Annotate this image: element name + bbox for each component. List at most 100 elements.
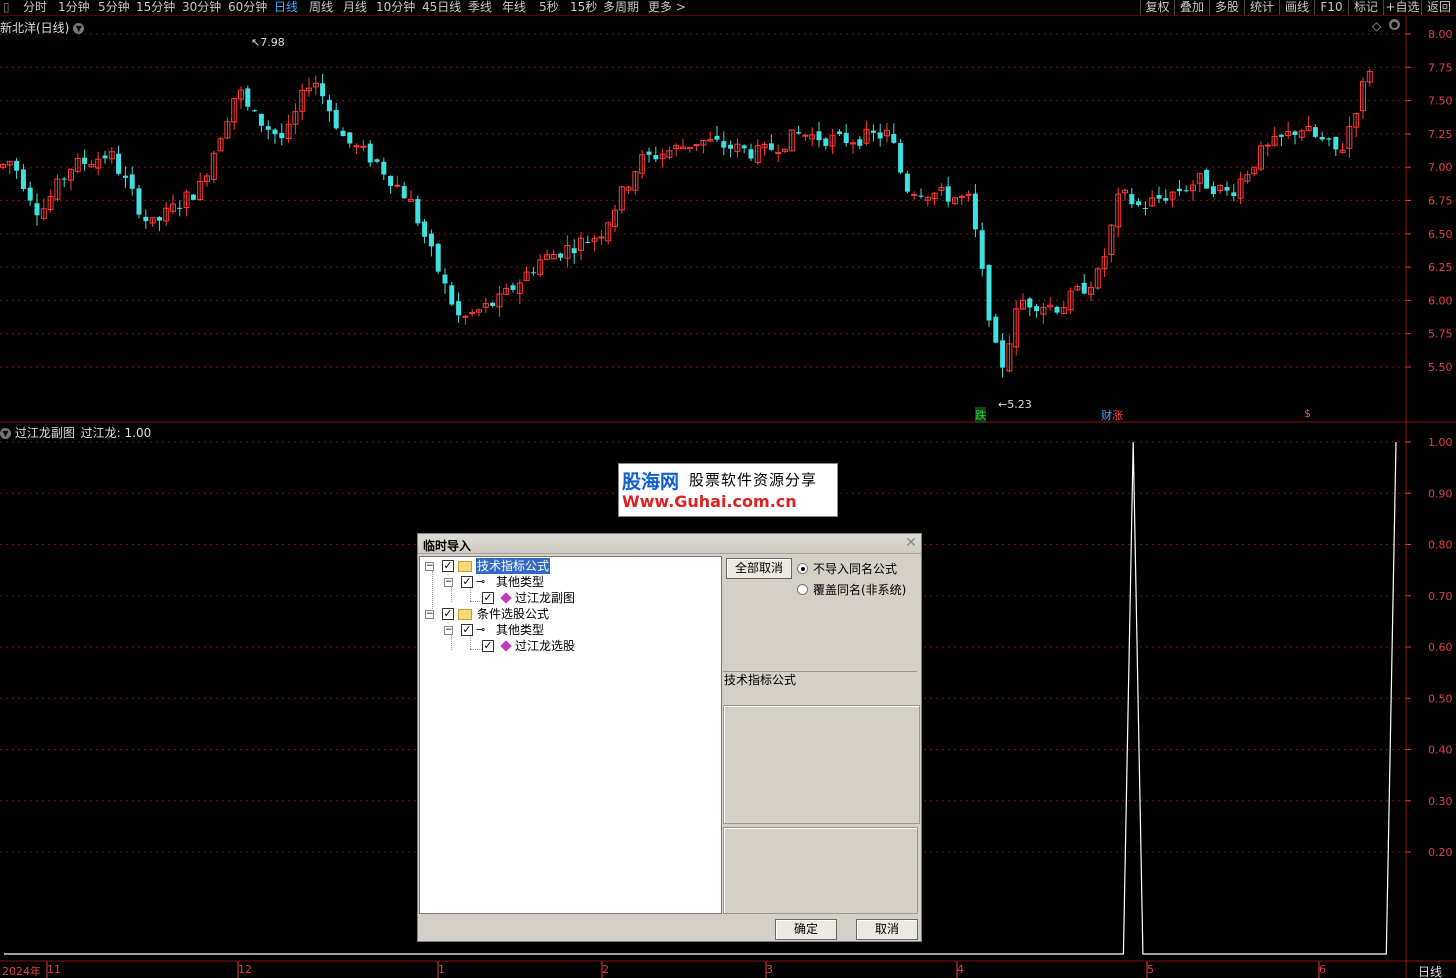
formula-tree: − ✓ 技术指标公式 − ✓ ⊸ 其他类型 ✓ 过江龙副图 − ✓ 条件选股公式… bbox=[419, 556, 722, 914]
candlestick-series bbox=[0, 68, 1373, 378]
candle-body-down bbox=[1000, 340, 1006, 368]
period-tab[interactable]: 10分钟 bbox=[373, 0, 418, 15]
collapse-toggle[interactable]: − bbox=[425, 610, 434, 619]
cancel-all-button[interactable]: 全部取消 bbox=[726, 558, 792, 579]
tree-checkbox[interactable]: ✓ bbox=[461, 576, 473, 588]
date-label: 1 bbox=[438, 963, 445, 976]
toolbar-menu-icon[interactable]: ▯ bbox=[0, 0, 13, 15]
mark-button[interactable]: 标记 bbox=[1348, 0, 1383, 15]
back-button[interactable]: 返回 bbox=[1421, 0, 1456, 15]
tree-node-guojianglong-screen[interactable]: 过江龙选股 bbox=[515, 638, 575, 654]
candle-body-down bbox=[82, 157, 88, 164]
radio-skip-duplicates[interactable] bbox=[797, 563, 808, 574]
candle-body-down bbox=[1319, 137, 1325, 140]
indicator-tick-label: 0.40 bbox=[1428, 744, 1453, 757]
cancel-button[interactable]: 取消 bbox=[856, 919, 918, 940]
candle-body-down bbox=[571, 248, 577, 254]
stats-button[interactable]: 统计 bbox=[1244, 0, 1279, 15]
candle-body-down bbox=[1333, 136, 1339, 150]
period-tab-active[interactable]: 日线 bbox=[271, 0, 301, 15]
period-tab[interactable]: 季线 bbox=[465, 0, 495, 15]
more-periods-button[interactable]: 更多 > bbox=[645, 0, 689, 15]
period-tab[interactable]: 1分钟 bbox=[55, 0, 93, 15]
candle-body-down bbox=[904, 173, 910, 192]
tree-node-guojianglong-subchart[interactable]: 过江龙副图 bbox=[515, 590, 575, 606]
candle-body-down bbox=[245, 88, 251, 107]
price-tick-label: 6.25 bbox=[1428, 261, 1453, 274]
multi-stock-button[interactable]: 多股 bbox=[1209, 0, 1244, 15]
tree-node-other-types[interactable]: 其他类型 bbox=[496, 574, 544, 590]
fuquan-button[interactable]: 复权 bbox=[1140, 0, 1174, 15]
price-tick-label: 5.50 bbox=[1428, 361, 1453, 374]
info-label: 技术指标公式 bbox=[724, 673, 797, 687]
period-tab[interactable]: 多周期 bbox=[600, 0, 642, 15]
radio-overwrite[interactable] bbox=[797, 584, 808, 595]
overlay-button[interactable]: 叠加 bbox=[1174, 0, 1209, 15]
candle-body-down bbox=[530, 272, 536, 274]
tree-checkbox[interactable]: ✓ bbox=[482, 592, 494, 604]
low-annotation: ←5.23 bbox=[998, 398, 1032, 411]
collapse-toggle[interactable]: − bbox=[444, 578, 453, 587]
indicator-tick-label: 0.20 bbox=[1428, 846, 1453, 859]
high-annotation: ↖7.98 bbox=[251, 36, 285, 49]
period-tab[interactable]: 分时 bbox=[20, 0, 50, 15]
candle-body-down bbox=[857, 139, 863, 146]
watermark-logo: 股海网 股票软件资源分享 Www.Guhai.com.cn bbox=[618, 463, 838, 517]
tree-checkbox[interactable]: ✓ bbox=[442, 560, 454, 572]
dropdown-icon[interactable]: ▼ bbox=[73, 23, 85, 34]
candle-body-up bbox=[958, 195, 965, 198]
indicator-tick-label: 0.50 bbox=[1428, 692, 1453, 705]
candle-body-down bbox=[415, 199, 421, 224]
add-favorite-button[interactable]: +自选 bbox=[1383, 0, 1421, 15]
dialog-titlebar[interactable]: 临时导入 ✕ bbox=[418, 534, 921, 554]
indicator-tick-label: 0.90 bbox=[1428, 487, 1453, 500]
candle-body-down bbox=[986, 265, 992, 321]
preview-pane bbox=[723, 827, 918, 914]
price-tick-label: 7.75 bbox=[1428, 61, 1453, 74]
candle-body-down bbox=[1054, 306, 1060, 313]
candle-body-up bbox=[598, 236, 605, 239]
candle-body-down bbox=[252, 110, 258, 112]
period-tab[interactable]: 月线 bbox=[340, 0, 370, 15]
price-tick-label: 8.00 bbox=[1428, 28, 1453, 41]
sub-dropdown-icon[interactable]: ▼ bbox=[0, 428, 11, 439]
period-tab[interactable]: 5秒 bbox=[536, 0, 562, 15]
tree-checkbox[interactable]: ✓ bbox=[461, 624, 473, 636]
price-tick-label: 6.00 bbox=[1428, 294, 1453, 307]
candle-body-down bbox=[422, 221, 428, 237]
ok-button[interactable]: 确定 bbox=[775, 919, 837, 940]
close-icon[interactable]: ✕ bbox=[904, 536, 918, 550]
candle-body-down bbox=[279, 132, 285, 139]
candle-body-down bbox=[14, 160, 20, 171]
signal-label-rise: 涨 bbox=[1112, 409, 1123, 422]
period-tab[interactable]: 15分钟 bbox=[133, 0, 178, 15]
diamond-icon[interactable]: ◇ bbox=[1372, 19, 1381, 33]
key-icon: ⊸ bbox=[476, 575, 486, 588]
draw-button[interactable]: 画线 bbox=[1279, 0, 1314, 15]
tree-node-indicator-formulas[interactable]: 技术指标公式 bbox=[476, 558, 551, 574]
collapse-toggle[interactable]: − bbox=[444, 626, 453, 635]
period-tab[interactable]: 周线 bbox=[306, 0, 336, 15]
period-tab[interactable]: 5分钟 bbox=[95, 0, 133, 15]
tree-node-other-types[interactable]: 其他类型 bbox=[496, 622, 544, 638]
candle-body-down bbox=[156, 217, 162, 221]
date-label: 6 bbox=[1319, 963, 1326, 976]
indicator-tick-label: 0.30 bbox=[1428, 795, 1453, 808]
period-tab[interactable]: 30分钟 bbox=[179, 0, 224, 15]
period-tab[interactable]: 45日线 bbox=[419, 0, 464, 15]
period-tab[interactable]: 15秒 bbox=[567, 0, 600, 15]
f10-button[interactable]: F10 bbox=[1314, 0, 1348, 15]
period-label[interactable]: 日线 bbox=[1418, 963, 1442, 978]
period-tab[interactable]: 年线 bbox=[499, 0, 529, 15]
candle-body-down bbox=[122, 175, 128, 178]
candle-body-down bbox=[870, 130, 876, 133]
tree-checkbox[interactable]: ✓ bbox=[442, 608, 454, 620]
tree-node-screening-formulas[interactable]: 条件选股公式 bbox=[477, 606, 549, 622]
signal-label-cai: 财 bbox=[1101, 409, 1112, 422]
period-tab[interactable]: 60分钟 bbox=[225, 0, 270, 15]
collapse-toggle[interactable]: − bbox=[425, 562, 434, 571]
candle-body-down bbox=[367, 143, 373, 163]
dialog-title: 临时导入 bbox=[423, 539, 472, 553]
settings-icon[interactable]: ● bbox=[1389, 19, 1400, 30]
tree-checkbox[interactable]: ✓ bbox=[482, 640, 494, 652]
